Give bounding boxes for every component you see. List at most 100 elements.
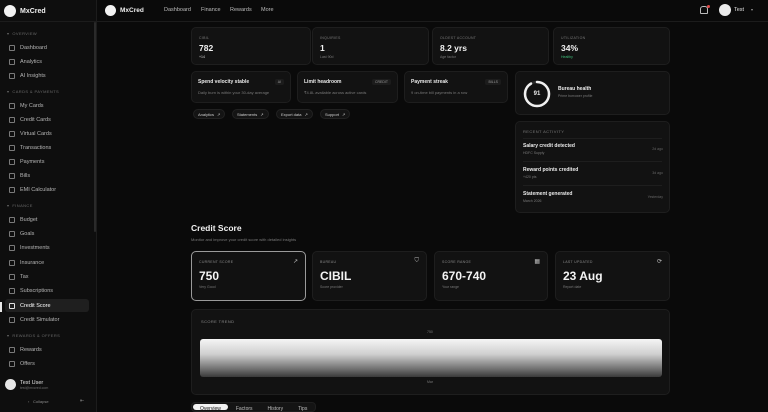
score-card-last-updated[interactable]: LAST UPDATED ⟳ 23 Aug Report date [555, 251, 670, 301]
avatar[interactable] [719, 4, 731, 16]
tab-tips[interactable]: Tips [291, 404, 314, 412]
sidebar-item-offers[interactable]: Offers [5, 357, 89, 370]
sidebar-item-label: Subscriptions [20, 287, 54, 294]
score-card-sub: Score provider [320, 285, 343, 289]
kpi-sub: +14 [199, 55, 205, 59]
activity-title[interactable]: Statement generated [523, 191, 572, 197]
section-rewards-offers[interactable]: ▾ REWARDS & OFFERS [7, 333, 60, 338]
brand-name: MxCred [120, 7, 144, 14]
score-card-range[interactable]: SCORE RANGE ▦ 670-740 Your range [434, 251, 548, 301]
sidebar-item-subscriptions[interactable]: Subscriptions [5, 284, 89, 297]
insight-desc: ₹4.8L available across active cards [304, 90, 367, 95]
sidebar-item-investments[interactable]: Investments [5, 241, 89, 254]
nav-link-finance[interactable]: Finance [201, 7, 221, 13]
kpi-card-inquiries: INQUIRIES 1 Last 90d [312, 27, 429, 65]
activity-time: 3d ago [652, 171, 663, 175]
activity-title[interactable]: Reward points credited [523, 167, 578, 173]
tab-factors[interactable]: Factors [229, 404, 260, 412]
insight-card-spend-velocity[interactable]: Spend velocity stable AI Daily burn is w… [191, 71, 291, 103]
gift-icon [9, 346, 15, 353]
activity-sub: +420 pts [523, 175, 537, 179]
kpi-sub: Age factor [440, 55, 456, 59]
chip-label: Analytics [198, 111, 215, 117]
sidebar-item-analytics[interactable]: Analytics [5, 55, 89, 68]
sidebar-item-budget[interactable]: Budget [5, 213, 89, 226]
sidebar-brand[interactable]: MxCred [4, 4, 46, 18]
chevron-down-icon: ▾ [7, 31, 10, 36]
arrow-up-right-icon: ↗ [260, 111, 264, 117]
repeat-icon [9, 287, 15, 294]
chevron-left-icon: ‹ [28, 399, 30, 404]
sidebar-item-virtual-cards[interactable]: Virtual Cards [5, 127, 89, 140]
sidebar-item-tax[interactable]: Tax [5, 270, 89, 283]
chip-statements[interactable]: Statements ↗ [232, 109, 269, 119]
topnav-brand[interactable]: MxCred [105, 5, 144, 16]
sidebar-item-insurance[interactable]: Insurance [5, 256, 89, 269]
nav-link-rewards[interactable]: Rewards [230, 7, 252, 13]
logo [105, 5, 116, 16]
divider [523, 185, 662, 186]
sidebar-item-my-cards[interactable]: My Cards [5, 99, 89, 112]
score-card-value: 750 [199, 269, 220, 283]
kpi-sub: Last 90d [320, 55, 334, 59]
sidebar-item-ai-insights[interactable]: AI Insights [5, 69, 89, 82]
nav-link-more[interactable]: More [261, 7, 274, 13]
logo [4, 5, 16, 17]
user-menu-label[interactable]: Test [734, 7, 744, 13]
nav-link-dashboard[interactable]: Dashboard [164, 7, 191, 13]
arrows-icon [9, 144, 15, 151]
sidebar-item-credit-simulator[interactable]: Credit Simulator [5, 313, 89, 326]
sidebar-item-bills[interactable]: Bills [5, 169, 89, 182]
chip-export-data[interactable]: Export data ↗ [276, 109, 313, 119]
score-card-bureau[interactable]: BUREAU ⛉ CIBIL Score provider [312, 251, 427, 301]
kpi-card-cibil: CIBIL 782 +14 [191, 27, 311, 65]
insight-card-payment-streak[interactable]: Payment streak BILLS 9 on-time bill paym… [404, 71, 508, 103]
chip-analytics[interactable]: Analytics ↗ [193, 109, 226, 119]
sidebar-item-credit-score[interactable]: Credit Score [5, 299, 89, 312]
score-card-label: LAST UPDATED [563, 260, 593, 264]
sidebar-item-goals[interactable]: Goals [5, 227, 89, 240]
document-icon [9, 273, 15, 280]
kpi-value: 8.2 yrs [440, 43, 467, 53]
chip-support[interactable]: Support ↗ [320, 109, 351, 119]
shield-icon: ⛉ [414, 258, 419, 264]
sidebar-item-transactions[interactable]: Transactions [5, 141, 89, 154]
score-trend-title: SCORE TREND [201, 319, 235, 324]
sidebar-item-label: Credit Cards [20, 116, 51, 123]
page-title: Credit Score [191, 223, 242, 233]
section-finance[interactable]: ▾ FINANCE [7, 203, 33, 208]
sidebar-item-emi-calculator[interactable]: EMI Calculator [5, 183, 89, 196]
page-subtitle: Monitor and improve your credit score wi… [191, 237, 297, 242]
insight-tag: CREDIT [371, 79, 391, 85]
collapse-button[interactable]: Collapse [33, 399, 49, 404]
section-cards-payments[interactable]: ▾ CARDS & PAYMENTS [7, 89, 59, 94]
score-card-current[interactable]: CURRENT SCORE ↗ 750 Very Good [191, 251, 306, 301]
sidebar-item-label: Payments [20, 158, 45, 165]
arrow-up-right-icon: ↗ [304, 111, 308, 117]
arrow-up-right-icon: ↗ [342, 111, 346, 117]
insight-card-limit-headroom[interactable]: Limit headroom CREDIT ₹4.8L available ac… [297, 71, 398, 103]
collapse-icon[interactable]: ⇤ [80, 398, 84, 404]
sidebar-item-dashboard[interactable]: Dashboard [5, 41, 89, 54]
sidebar-scrollbar[interactable] [94, 22, 96, 232]
sidebar-item-label: Virtual Cards [20, 130, 52, 137]
receipt-icon [9, 172, 15, 179]
sidebar-item-rewards[interactable]: Rewards [5, 343, 89, 356]
kpi-value: 1 [320, 43, 325, 53]
sidebar-item-payments[interactable]: Payments [5, 155, 89, 168]
sidebar-item-credit-cards[interactable]: Credit Cards [5, 113, 89, 126]
tab-overview[interactable]: Overview [193, 404, 228, 412]
refresh-icon: ⟳ [656, 259, 662, 265]
score-card-sub: Your range [442, 285, 459, 289]
kpi-label: UTILIZATION [561, 36, 586, 40]
sidebar-user[interactable]: Test User test@mxcred.com [5, 379, 48, 390]
chevron-down-icon[interactable]: ▾ [751, 7, 753, 12]
score-card-label: BUREAU [320, 260, 337, 264]
insight-desc: 9 on-time bill payments in a row [411, 90, 468, 95]
payment-icon [9, 158, 15, 165]
activity-title[interactable]: Salary credit detected [523, 143, 575, 149]
score-card-value: CIBIL [320, 269, 352, 283]
score-card-sub: Report date [563, 285, 582, 289]
section-overview[interactable]: ▾ OVERVIEW [7, 31, 37, 36]
tab-history[interactable]: History [261, 404, 291, 412]
